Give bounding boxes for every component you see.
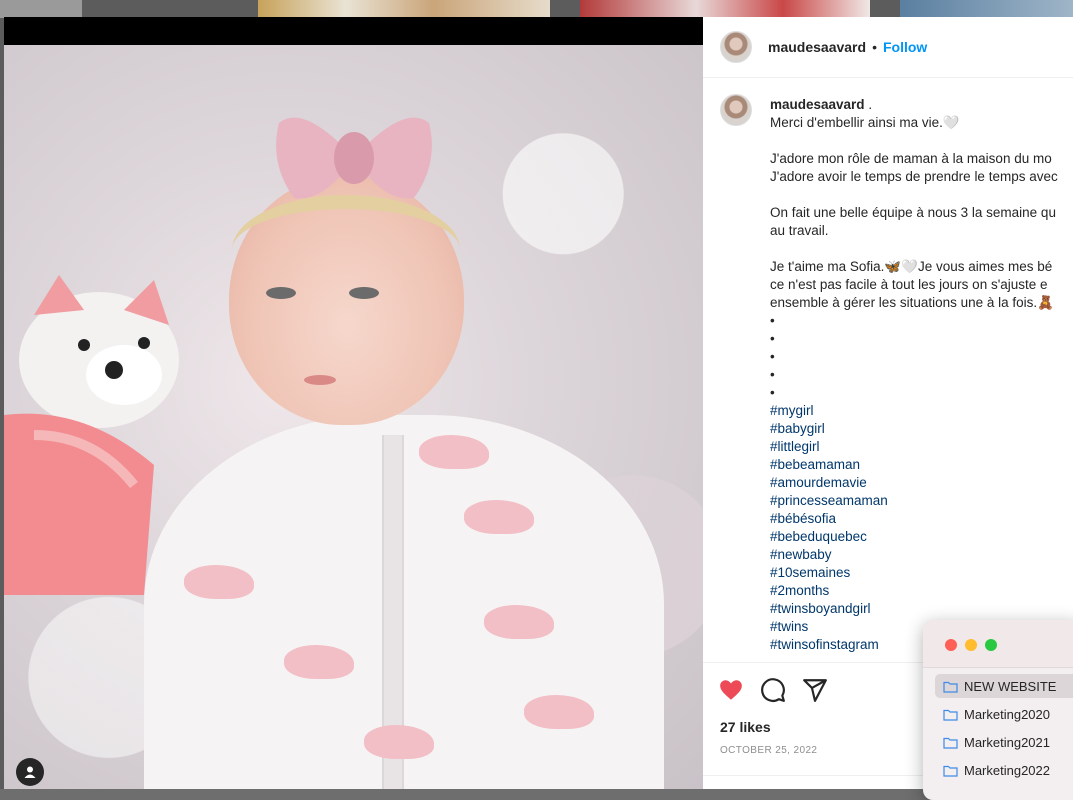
caption-line: J'adore avoir le temps de prendre le tem…	[770, 169, 1058, 184]
dino-print	[419, 435, 489, 469]
hashtag-link[interactable]: #bébésofia	[770, 510, 1073, 528]
caption-username[interactable]: maudesaavard	[770, 97, 865, 112]
folder-icon	[943, 737, 958, 749]
pink-bow	[276, 117, 432, 199]
caption-section[interactable]: maudesaavard . Merci d'embellir ainsi ma…	[703, 78, 1073, 661]
caption-line: au travail.	[770, 223, 829, 238]
post-date[interactable]: OCTOBER 25, 2022	[720, 745, 817, 756]
finder-folder-item[interactable]: Marketing2022	[935, 758, 1073, 782]
background-post-thumbnail[interactable]	[0, 0, 82, 18]
caption-bullet: •	[770, 367, 775, 382]
post-photo[interactable]	[4, 45, 703, 789]
hashtag-link[interactable]: #babygirl	[770, 420, 1073, 438]
dino-print	[484, 605, 554, 639]
caption-author-line: maudesaavard .	[770, 96, 1073, 114]
zoom-window-button[interactable]	[985, 639, 997, 651]
hashtag-link[interactable]: #littlegirl	[770, 438, 1073, 456]
avatar[interactable]	[720, 31, 752, 63]
post-header: maudesaavard • Follow	[703, 17, 1073, 78]
folder-icon	[943, 709, 958, 721]
folder-label: NEW WEBSITE	[964, 678, 1057, 694]
caption-line: ce n'est pas facile à tout les jours on …	[770, 277, 1048, 292]
caption-line: ensemble à gérer les situations une à la…	[770, 295, 1054, 310]
hashtag-link[interactable]: #princesseamaman	[770, 492, 1073, 510]
folder-label: Marketing2020	[964, 706, 1050, 722]
dino-print	[284, 645, 354, 679]
background-post-thumbnail[interactable]	[900, 0, 1073, 18]
hashtag-link[interactable]: #amourdemavie	[770, 474, 1073, 492]
paper-plane-icon[interactable]	[802, 677, 828, 703]
caption-text: maudesaavard . Merci d'embellir ainsi ma…	[770, 96, 1073, 654]
finder-folder-item[interactable]: NEW WEBSITE	[935, 674, 1073, 698]
tagged-users-button[interactable]	[16, 758, 44, 786]
dino-print	[184, 565, 254, 599]
finder-folder-item[interactable]: Marketing2020	[935, 702, 1073, 726]
hashtag-link[interactable]: #mygirl	[770, 402, 1073, 420]
hashtag-link[interactable]: #2months	[770, 582, 1073, 600]
caption-line: J'adore mon rôle de maman à la maison du…	[770, 151, 1052, 166]
minimize-window-button[interactable]	[965, 639, 977, 651]
hashtag-link[interactable]: #bebeduquebec	[770, 528, 1073, 546]
caption-line: Je t'aime ma Sofia.🦋🤍Je vous aimes mes b…	[770, 259, 1053, 274]
hashtag-link[interactable]: #newbaby	[770, 546, 1073, 564]
caption-bullet: •	[770, 313, 775, 328]
caption-line: Merci d'embellir ainsi ma vie.🤍	[770, 115, 960, 130]
caption-bullet: •	[770, 385, 775, 400]
background-post-thumbnail[interactable]	[580, 0, 870, 18]
dino-print	[524, 695, 594, 729]
folder-label: Marketing2021	[964, 734, 1050, 750]
baby-eye	[266, 287, 296, 299]
finder-folder-item[interactable]: Marketing2021	[935, 730, 1073, 754]
caption-bullet: •	[770, 331, 775, 346]
comment-bubble-icon[interactable]	[760, 677, 786, 703]
dino-print	[464, 500, 534, 534]
heart-filled-icon[interactable]	[718, 677, 744, 703]
folder-icon	[943, 681, 958, 693]
baby-eye	[349, 287, 379, 299]
header-username[interactable]: maudesaavard	[768, 39, 866, 55]
avatar[interactable]	[720, 94, 752, 126]
caption-bullet: •	[770, 349, 775, 364]
finder-titlebar[interactable]	[923, 620, 1073, 668]
hashtag-link[interactable]: #10semaines	[770, 564, 1073, 582]
action-icons-row	[718, 677, 828, 703]
user-icon	[24, 766, 36, 778]
likes-count[interactable]: 27 likes	[720, 719, 771, 735]
caption-username-suffix: .	[868, 97, 873, 112]
hashtag-link[interactable]: #twinsboyandgirl	[770, 600, 1073, 618]
dino-print	[364, 725, 434, 759]
caption-line: On fait une belle équipe à nous 3 la sem…	[770, 205, 1056, 220]
finder-window: NEW WEBSITE Marketing2020 Marketing2021 …	[923, 620, 1073, 800]
follow-button[interactable]: Follow	[883, 39, 927, 55]
separator-dot: •	[872, 39, 877, 55]
folder-icon	[943, 765, 958, 777]
close-window-button[interactable]	[945, 639, 957, 651]
hashtag-link[interactable]: #bebeamaman	[770, 456, 1073, 474]
background-post-thumbnail[interactable]	[258, 0, 550, 18]
baby-mouth	[304, 375, 336, 385]
folder-label: Marketing2022	[964, 762, 1050, 778]
